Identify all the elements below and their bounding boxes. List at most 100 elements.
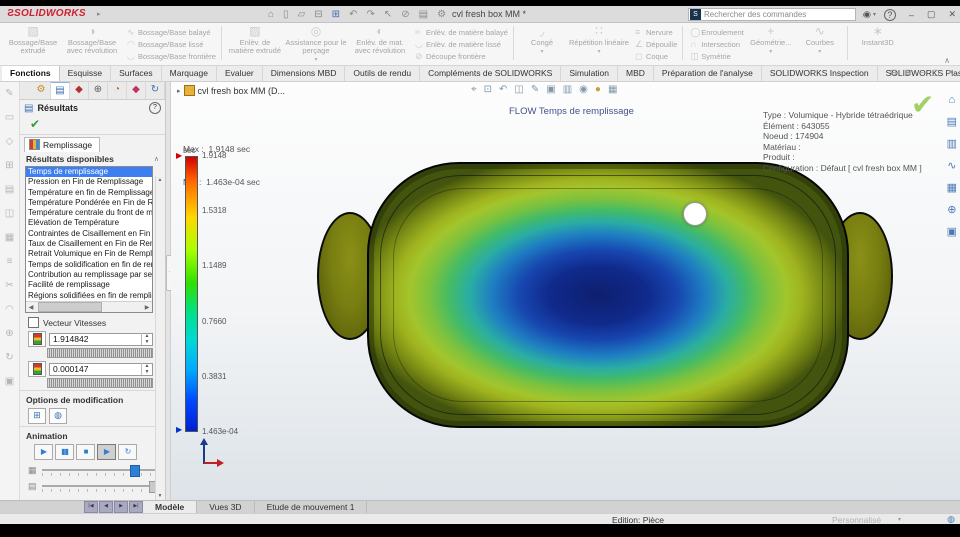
options-icon[interactable]: ⚙ bbox=[437, 7, 446, 22]
scroll-up-icon[interactable]: ▲ bbox=[156, 177, 164, 183]
hide-show-icon[interactable]: ◉ bbox=[579, 84, 588, 95]
boss-extrude-button[interactable]: ▧ Bossage/Base extrudé bbox=[7, 25, 59, 55]
select-icon[interactable]: ↖ bbox=[384, 7, 392, 22]
home-icon[interactable]: ⌂ bbox=[268, 7, 274, 22]
command-search-input[interactable]: S Rechercher des commandes bbox=[688, 8, 856, 21]
home-view-icon[interactable]: ⌂ bbox=[948, 94, 955, 106]
annotation-icon[interactable]: ✎ bbox=[531, 84, 539, 95]
minimize-button[interactable]: – bbox=[909, 10, 914, 20]
report-view-icon[interactable]: ▣ bbox=[947, 225, 957, 238]
display-style-icon[interactable]: ▥ bbox=[563, 84, 572, 95]
intersect-button[interactable]: ∩ Intersection bbox=[690, 38, 744, 50]
result-list-item[interactable]: Température centrale du front de matièr bbox=[26, 208, 152, 218]
instant3d-button[interactable]: ∗ Instant3D bbox=[853, 25, 903, 47]
display-tool-icon[interactable]: ▣ bbox=[5, 376, 14, 387]
injection-tab-icon[interactable]: ◆ bbox=[127, 82, 146, 99]
viewport-quad-icon[interactable]: ⊞ bbox=[905, 68, 912, 77]
zoom-area-icon[interactable]: ⊡ bbox=[484, 84, 492, 95]
result-list-item[interactable]: Taux de Cisaillement en Fin de Remplissa bbox=[26, 239, 152, 249]
panel-vertical-scrollbar[interactable]: ▲ ▼ bbox=[155, 176, 165, 500]
arc-tool-icon[interactable]: ◠ bbox=[5, 304, 14, 315]
clipping-icon[interactable]: ▤ bbox=[947, 115, 957, 128]
linear-pattern-button[interactable]: ∷ Répétition linéaire ▾ bbox=[567, 25, 631, 56]
command-tab[interactable]: Marquage bbox=[162, 66, 217, 81]
scroll-left-icon[interactable]: ◀ bbox=[26, 304, 36, 311]
boss-loft-button[interactable]: ◠ Bossage/Base lissé bbox=[127, 38, 216, 50]
model-body-fill-plot[interactable] bbox=[367, 162, 849, 428]
ok-check-icon[interactable]: ✔ bbox=[20, 116, 165, 132]
profile-caret-icon[interactable]: ▾ bbox=[898, 516, 901, 523]
first-tab-icon[interactable]: |◀ bbox=[84, 501, 98, 513]
stop-button[interactable]: ■ bbox=[76, 444, 95, 460]
doc-restore-icon[interactable]: ▢ bbox=[932, 68, 940, 77]
ribbon-collapse-icon[interactable]: ∧ bbox=[944, 56, 950, 65]
play-button[interactable]: ▶ bbox=[34, 444, 53, 460]
redo-icon[interactable]: ↷ bbox=[366, 7, 374, 22]
clipping-plane-button[interactable]: ⊞ bbox=[28, 408, 46, 424]
hole-wizard-button[interactable]: ◎ Assistance pour le perçage ▾ bbox=[285, 25, 347, 64]
mesh-tool-icon[interactable]: ⊞ bbox=[5, 160, 13, 171]
frame-slider-thumb[interactable] bbox=[130, 465, 141, 477]
cut-loft-button[interactable]: ◡ Enlèv. de matière lissé bbox=[415, 38, 508, 50]
cut-boundary-button[interactable]: ⊘ Découpe frontière bbox=[415, 50, 508, 62]
report-icon[interactable]: ▤ bbox=[419, 7, 428, 22]
curves-button[interactable]: ∿ Courbes ▾ bbox=[798, 25, 842, 56]
injection-point-marker[interactable] bbox=[683, 202, 707, 226]
scroll-right-icon[interactable]: ▶ bbox=[142, 304, 152, 311]
command-tab[interactable]: Fonctions bbox=[2, 66, 60, 81]
graphics-viewport[interactable]: ▸ cvl fresh box MM (D... ⌖ ⊡ ↶ ◫ ✎ ▣ ▥ ◉ ● ▦ FLOW… bbox=[171, 82, 960, 500]
reference-geometry-button[interactable]: + Géométrie... ▾ bbox=[746, 25, 796, 56]
draft-button[interactable]: ∠ Dépouille bbox=[635, 38, 677, 50]
animation-section-header[interactable]: Animation∧ bbox=[20, 429, 165, 442]
spinner-arrows-icon[interactable]: ▲ ▼ bbox=[141, 333, 152, 345]
options-section-header[interactable]: Options de modification∧ bbox=[20, 393, 165, 406]
command-tab[interactable]: Esquisse bbox=[60, 66, 112, 81]
scrollbar-thumb[interactable] bbox=[38, 302, 102, 312]
new-document-icon[interactable]: ▯ bbox=[283, 7, 289, 22]
delete-icon[interactable]: ⊘ bbox=[401, 7, 409, 22]
isosurface-icon[interactable]: ▦ bbox=[947, 181, 957, 194]
boss-boundary-button[interactable]: ◡ Bossage/Base frontière bbox=[127, 50, 216, 62]
result-list-item[interactable]: Température en fin de Remplissage bbox=[26, 188, 152, 198]
play-from-start-button[interactable]: ▶ bbox=[97, 444, 116, 460]
print-icon[interactable]: ⊞ bbox=[332, 7, 340, 22]
max-value-input[interactable]: 1.914842 ▲ ▼ bbox=[49, 332, 153, 346]
command-tab[interactable]: Surfaces bbox=[111, 66, 162, 81]
section-view-icon[interactable]: ◫ bbox=[514, 84, 523, 95]
command-tab[interactable]: Compléments de SOLIDWORKS bbox=[420, 66, 562, 81]
command-tab[interactable]: Simulation bbox=[561, 66, 618, 81]
prev-tab-icon[interactable]: ◀ bbox=[99, 501, 113, 513]
vector-velocity-checkbox[interactable] bbox=[28, 317, 39, 328]
tree-expand-icon[interactable]: ▸ bbox=[177, 87, 181, 95]
mirror-tool-icon[interactable]: ◫ bbox=[5, 208, 14, 219]
command-tab[interactable]: SOLIDWORKS Inspection bbox=[762, 66, 878, 81]
grid-tool-icon[interactable]: ▦ bbox=[5, 232, 14, 243]
plastics-manager-tab-icon[interactable]: ⚙ bbox=[32, 82, 51, 99]
appearance-icon[interactable]: ● bbox=[595, 84, 601, 95]
scroll-down-icon[interactable]: ▼ bbox=[156, 493, 164, 499]
command-tab[interactable]: Evaluer bbox=[217, 66, 263, 81]
cut-sweep-button[interactable]: ≈ Enlèv. de matière balayé bbox=[415, 26, 508, 38]
result-list-item[interactable]: Contraintes de Cisaillement en Fin de Re bbox=[26, 229, 152, 239]
doc-tab[interactable]: Vues 3D bbox=[197, 501, 255, 513]
previous-view-icon[interactable]: ↶ bbox=[499, 84, 507, 95]
max-range-icon[interactable] bbox=[28, 331, 46, 347]
fillet-button[interactable]: ◞ Congé ▾ bbox=[519, 25, 565, 56]
flyout-feature-tree[interactable]: ▸ cvl fresh box MM (D... bbox=[177, 85, 285, 96]
horizontal-scrollbar[interactable]: ◀ ▶ bbox=[26, 301, 152, 312]
command-tab[interactable]: Outils de rendu bbox=[345, 66, 421, 81]
zoom-fit-icon[interactable]: ⌖ bbox=[471, 84, 477, 95]
doc-minimize-icon[interactable]: – bbox=[919, 68, 923, 77]
command-tab[interactable]: MBD bbox=[618, 66, 654, 81]
mesh-tab-icon[interactable]: ⊕ bbox=[89, 82, 108, 99]
study-tab-remplissage[interactable]: Remplissage bbox=[24, 137, 101, 152]
min-value-slider[interactable] bbox=[47, 378, 153, 388]
isosurface-button[interactable]: ◍ bbox=[49, 408, 67, 424]
result-list-item[interactable]: Elévation de Température bbox=[26, 218, 152, 228]
doc-close-icon[interactable]: ✕ bbox=[947, 68, 954, 77]
boss-sweep-button[interactable]: ∿ Bossage/Base balayé bbox=[127, 26, 216, 38]
results-tab-icon[interactable]: ▤ bbox=[51, 82, 70, 99]
help-icon[interactable]: ? bbox=[883, 8, 896, 21]
loop-button[interactable]: ↻ bbox=[118, 444, 137, 460]
refresh-tab-icon[interactable]: ↻ bbox=[146, 82, 165, 99]
